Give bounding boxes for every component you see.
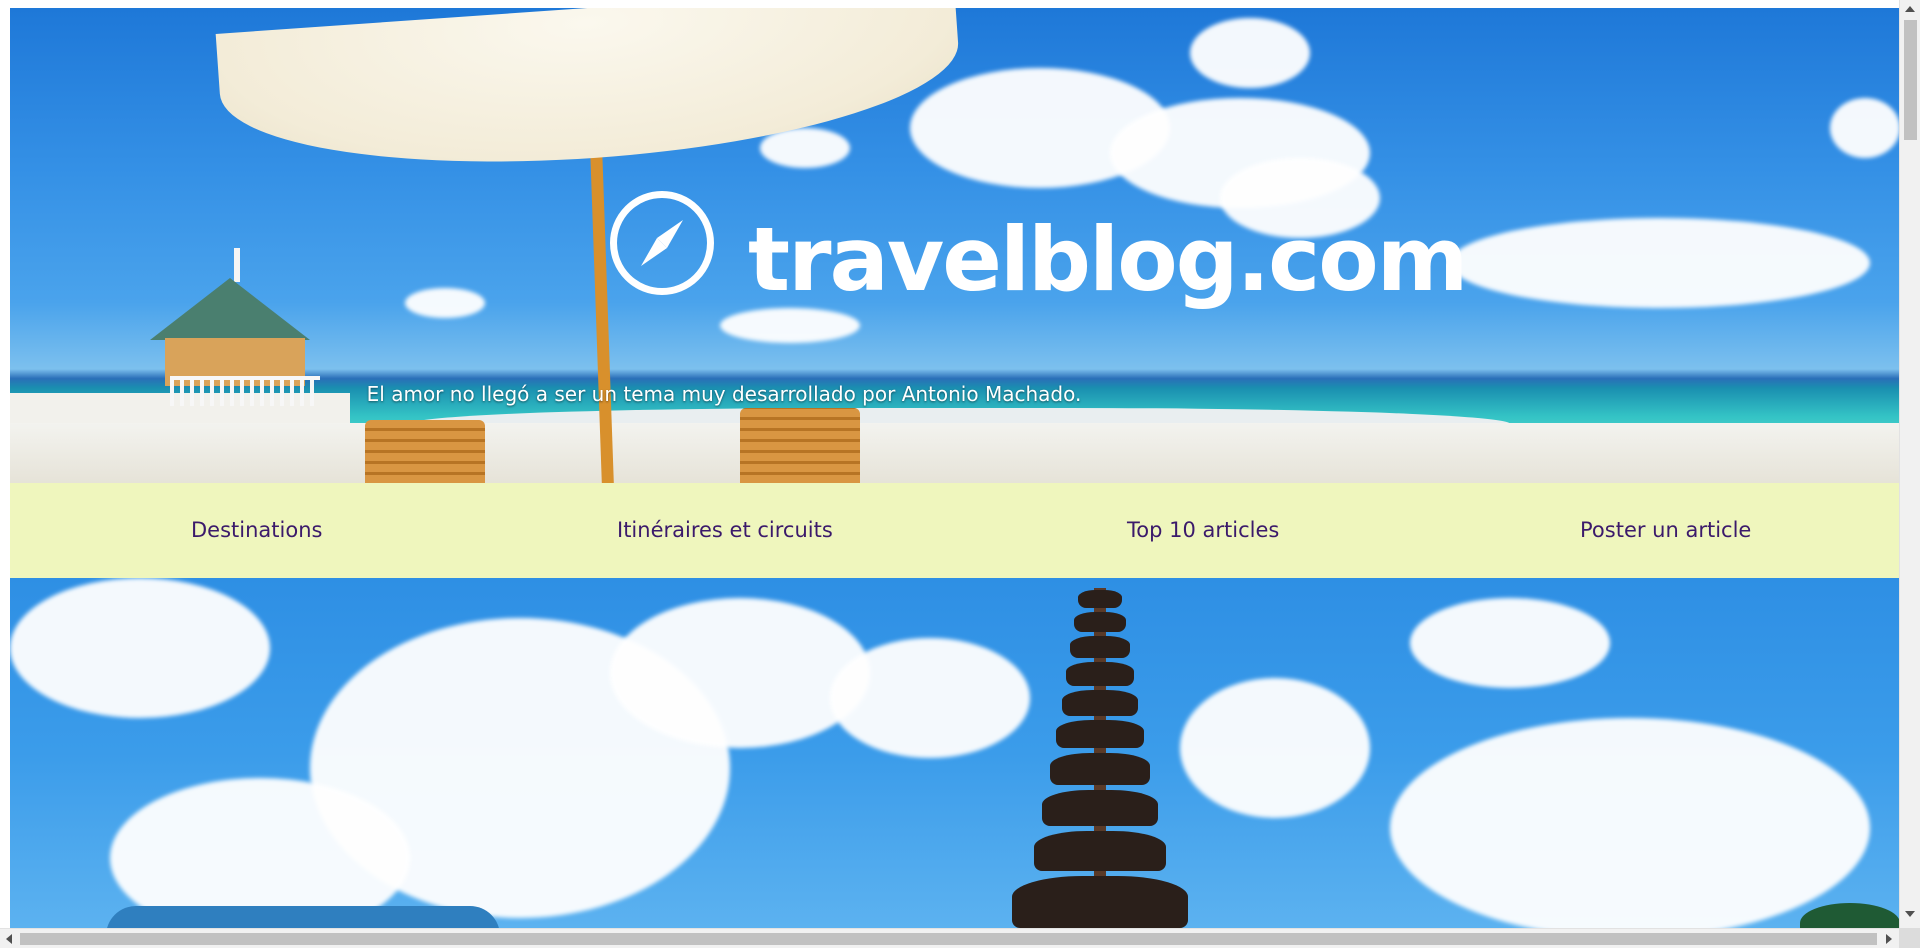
gazebo-spire [234, 248, 240, 282]
tree [1800, 903, 1899, 928]
pagoda-tier [1012, 876, 1188, 928]
nav-item-itineraires[interactable]: Itinéraires et circuits [617, 483, 833, 578]
pagoda-tier [1074, 612, 1126, 632]
pagoda-tier [1050, 753, 1150, 785]
compass-icon [610, 191, 714, 295]
pagoda-tier [1062, 690, 1138, 716]
cloud [405, 288, 485, 318]
browser-viewport: travelblog.com El amor no llegó a ser un… [0, 0, 1920, 948]
featured-image [10, 578, 1899, 928]
logo[interactable] [610, 191, 714, 295]
pagoda-tier [1070, 636, 1130, 658]
beach-chair [365, 420, 485, 483]
cloud [1830, 98, 1899, 158]
pagoda-tier [1042, 790, 1158, 826]
page: travelblog.com El amor no llegó a ser un… [10, 8, 1899, 928]
cloud [1190, 18, 1310, 88]
horizontal-scrollbar[interactable] [0, 928, 1899, 948]
gazebo-roof [150, 278, 310, 340]
vertical-scroll-thumb[interactable] [1904, 20, 1917, 140]
vertical-scrollbar[interactable] [1899, 0, 1920, 928]
cloud [1390, 718, 1870, 928]
horizontal-scroll-thumb[interactable] [20, 933, 1877, 945]
cloud [720, 308, 860, 343]
scroll-right-icon[interactable] [1886, 934, 1892, 944]
featured-button[interactable] [106, 906, 500, 928]
cloud [10, 578, 270, 718]
cloud [830, 638, 1030, 758]
pagoda-tier [1056, 720, 1144, 748]
beach-sand [10, 423, 1899, 483]
scroll-up-icon[interactable] [1905, 6, 1915, 12]
nav-item-poster-un-article[interactable]: Poster un article [1580, 483, 1751, 578]
cloud [1180, 678, 1370, 818]
main-nav: Destinations Itinéraires et circuits Top… [10, 483, 1899, 578]
hero-banner: travelblog.com El amor no llegó a ser un… [10, 8, 1899, 483]
pagoda-tier [1066, 662, 1134, 686]
cloud [1450, 218, 1870, 308]
pagoda-tier [1034, 831, 1166, 871]
cloud [1410, 598, 1610, 688]
scroll-left-icon[interactable] [6, 934, 12, 944]
pagoda-tier [1078, 590, 1122, 608]
tagline: El amor no llegó a ser un tema muy desar… [366, 382, 1082, 406]
nav-item-top-10-articles[interactable]: Top 10 articles [1127, 483, 1279, 578]
beach-umbrella [215, 8, 965, 184]
beach-chair [740, 408, 860, 483]
scroll-down-icon[interactable] [1905, 911, 1915, 917]
site-title[interactable]: travelblog.com [748, 216, 1468, 304]
scrollbar-corner [1899, 928, 1920, 948]
nav-item-destinations[interactable]: Destinations [191, 483, 322, 578]
cloud [610, 598, 870, 748]
